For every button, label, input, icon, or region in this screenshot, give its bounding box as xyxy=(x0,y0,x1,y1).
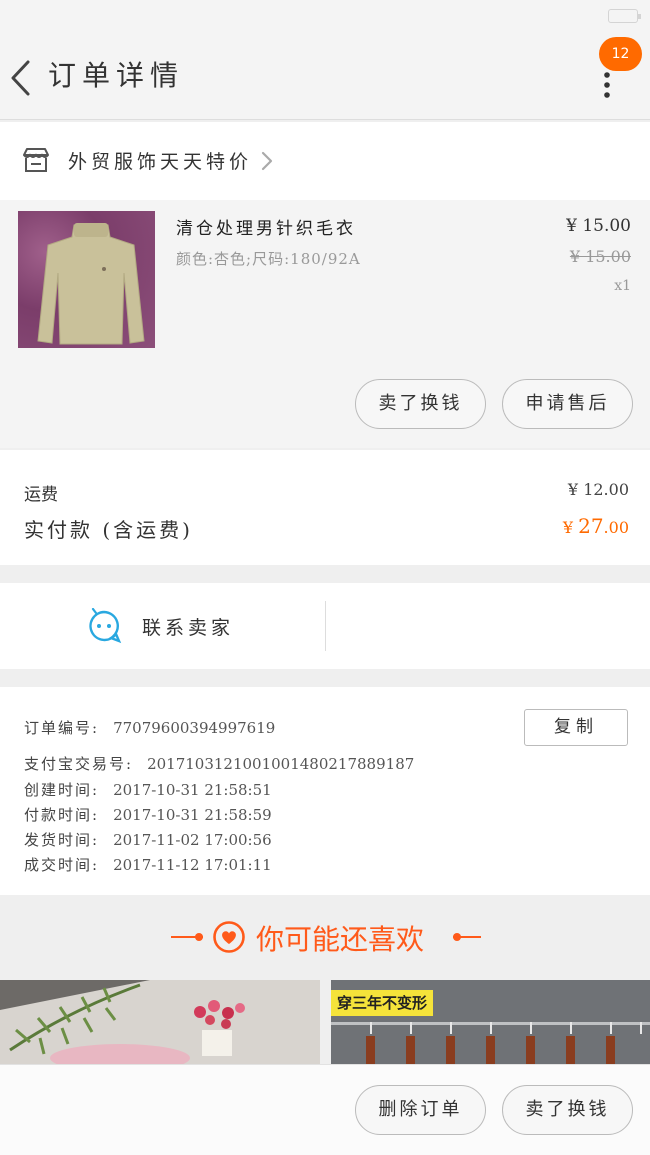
copy-button[interactable]: 复制 xyxy=(524,709,628,746)
chat-bubble-icon[interactable] xyxy=(86,608,122,644)
order-number-row: 订单编号: 77079600394997619 xyxy=(24,717,275,738)
shop-row[interactable]: 外贸服饰天天特价 xyxy=(0,122,650,200)
navbar: 订单详情 12 xyxy=(0,32,650,120)
promo-tag: 穿三年不变形 xyxy=(331,990,434,1016)
recommendation-header: 你可能还喜欢 xyxy=(0,896,650,980)
completed-time-row: 成交时间: 2017-11-12 17:01:11 xyxy=(24,854,272,875)
recommendation-title: 你可能还喜欢 xyxy=(256,923,425,956)
alipay-trade-value: 2017103121001001480217889187 xyxy=(147,755,415,773)
bottom-action-bar: 删除订单 卖了换钱 xyxy=(0,1064,650,1155)
completed-time-label: 成交时间: xyxy=(24,856,100,874)
created-time-row: 创建时间: 2017-10-31 21:58:51 xyxy=(24,779,272,800)
paid-value: ¥ 27.00 xyxy=(563,514,629,538)
created-time-value: 2017-10-31 21:58:51 xyxy=(113,781,272,799)
quantity: x1 xyxy=(614,278,631,294)
current-price: ¥ 15.00 xyxy=(566,216,631,236)
alipay-trade-row: 支付宝交易号: 2017103121001001480217889187 xyxy=(24,753,414,774)
page-title: 订单详情 xyxy=(48,59,185,92)
heart-icon xyxy=(213,921,245,953)
paid-time-value: 2017-10-31 21:58:59 xyxy=(113,806,272,824)
back-arrow-icon[interactable] xyxy=(8,58,34,98)
store-icon xyxy=(23,148,49,172)
recommendation-card[interactable]: 穿三年不变形 xyxy=(331,980,650,1064)
shipped-time-value: 2017-11-02 17:00:56 xyxy=(113,831,272,849)
product-image[interactable] xyxy=(18,211,155,348)
status-bar xyxy=(0,0,650,32)
decor-line-right xyxy=(453,936,481,938)
divider xyxy=(325,601,326,651)
order-number-label: 订单编号: xyxy=(24,719,100,737)
paid-time-row: 付款时间: 2017-10-31 21:58:59 xyxy=(24,804,272,825)
order-totals: 运费 ¥ 12.00 实付款 (含运费) ¥ 27.00 xyxy=(0,450,650,565)
contact-seller-bar: 联系卖家 xyxy=(0,583,650,669)
product-sku: 颜色:杏色;尺码:180/92A xyxy=(176,250,361,268)
order-item: 清仓处理男针织毛衣 颜色:杏色;尺码:180/92A ¥ 15.00 ¥ 15.… xyxy=(0,200,650,448)
resell-button-bottom[interactable]: 卖了换钱 xyxy=(502,1085,633,1135)
shipped-time-label: 发货时间: xyxy=(24,831,100,849)
battery-icon xyxy=(608,9,641,23)
hangers-illustration xyxy=(366,1022,642,1064)
alipay-trade-label: 支付宝交易号: xyxy=(24,755,134,773)
decor-dot-left xyxy=(195,933,203,941)
message-count-badge[interactable]: 12 xyxy=(599,37,642,71)
plant-flowers-illustration xyxy=(0,980,320,1064)
order-info: 订单编号: 77079600394997619 复制 支付宝交易号: 2017103… xyxy=(0,687,650,895)
order-number-value: 77079600394997619 xyxy=(113,719,276,737)
shipped-time-row: 发货时间: 2017-11-02 17:00:56 xyxy=(24,829,272,850)
shipping-value: ¥ 12.00 xyxy=(567,480,629,499)
paid-currency: ¥ xyxy=(562,518,579,537)
chevron-right-icon xyxy=(261,151,273,171)
delete-order-button[interactable]: 删除订单 xyxy=(355,1085,486,1135)
contact-seller-label[interactable]: 联系卖家 xyxy=(142,613,234,640)
product-title[interactable]: 清仓处理男针织毛衣 xyxy=(176,214,356,239)
paid-decimal: .00 xyxy=(603,518,629,537)
shipping-label: 运费 xyxy=(24,485,58,505)
completed-time-value: 2017-11-12 17:01:11 xyxy=(113,856,272,874)
resell-button[interactable]: 卖了换钱 xyxy=(355,379,486,429)
paid-label: 实付款 (含运费) xyxy=(24,518,193,542)
sweater-illustration xyxy=(37,223,145,345)
paid-time-label: 付款时间: xyxy=(24,806,100,824)
created-time-label: 创建时间: xyxy=(24,781,100,799)
after-sale-button[interactable]: 申请售后 xyxy=(502,379,633,429)
more-menu-icon[interactable] xyxy=(598,70,616,100)
paid-integer: 27 xyxy=(578,514,604,538)
recommendation-card[interactable] xyxy=(0,980,320,1064)
original-price: ¥ 15.00 xyxy=(569,247,631,266)
shop-name[interactable]: 外贸服饰天天特价 xyxy=(68,147,252,174)
